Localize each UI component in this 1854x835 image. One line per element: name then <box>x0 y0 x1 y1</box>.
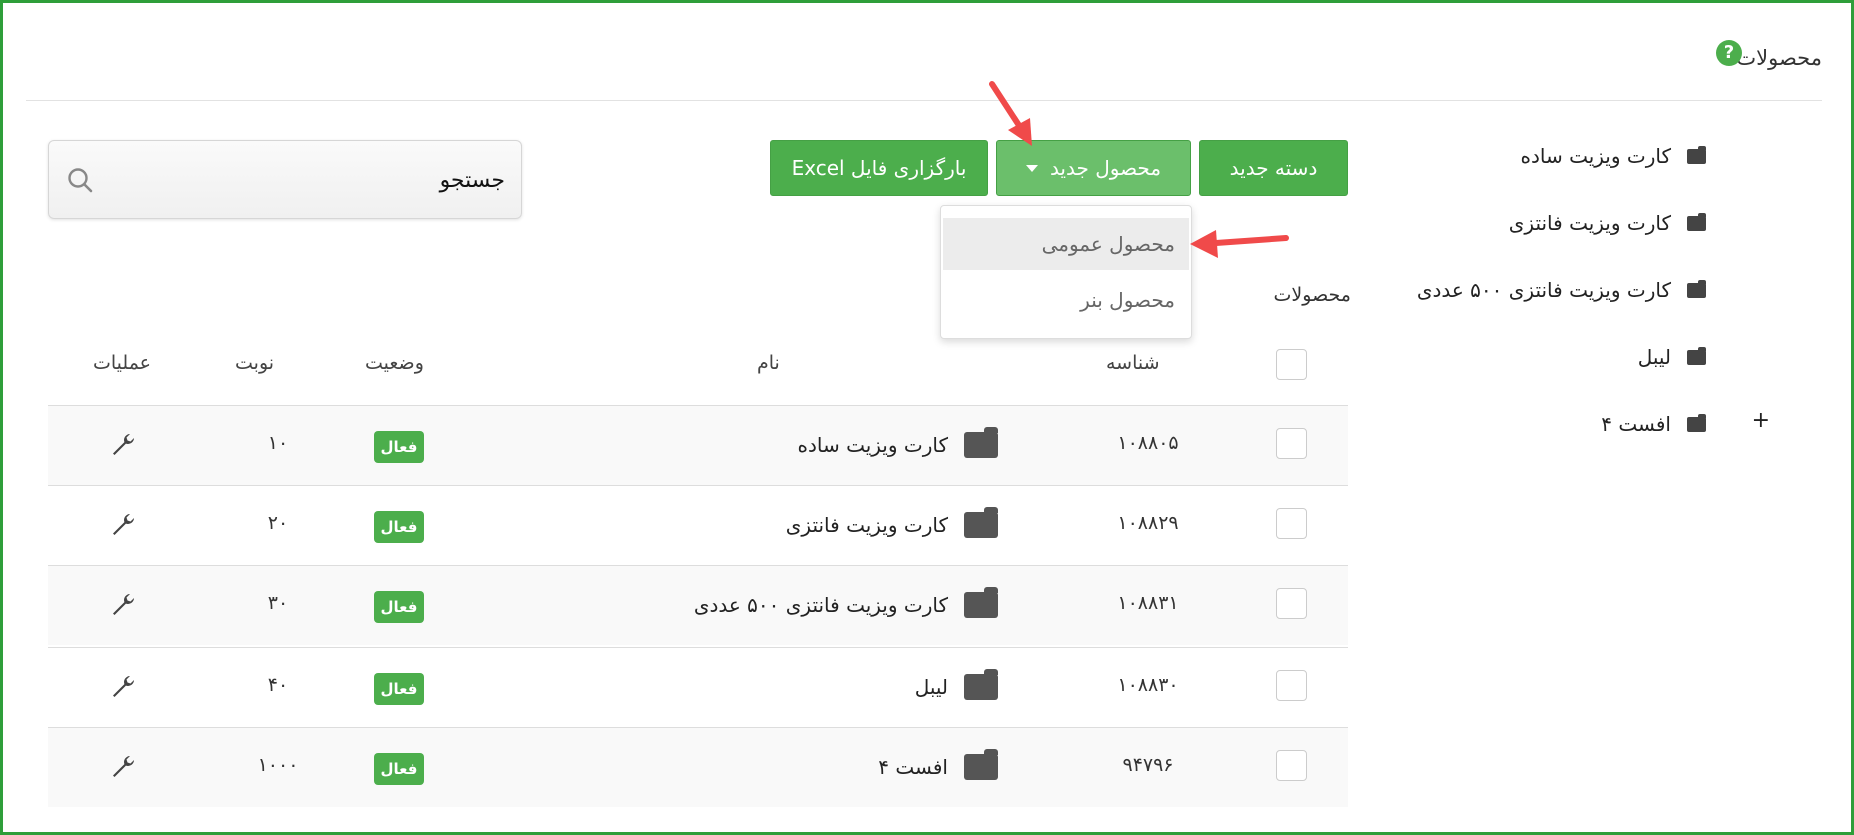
sidebar-item-label: کارت ویزیت فانتزی ۵۰۰ عددی <box>1416 278 1671 302</box>
search-input[interactable] <box>125 161 505 199</box>
menu-item-general-product[interactable]: محصول عمومی <box>943 218 1189 270</box>
new-category-label: دسته جدید <box>1229 156 1318 180</box>
sidebar-item-simple-card[interactable]: کارت ویزیت ساده <box>1520 140 1706 172</box>
row-name[interactable]: کارت ویزیت فانتزی <box>785 507 998 538</box>
search-box <box>48 140 522 219</box>
row-name[interactable]: افست ۴ <box>878 749 998 780</box>
row-checkbox[interactable] <box>1276 750 1307 781</box>
new-product-dropdown-menu: محصول عمومی محصول بنر <box>940 205 1192 339</box>
row-name[interactable]: کارت ویزیت ساده <box>797 427 998 458</box>
caret-down-icon <box>1025 164 1038 172</box>
folder-icon <box>1687 413 1706 432</box>
upload-excel-button[interactable]: بارگزاری فایل Excel <box>770 140 988 196</box>
folder-icon <box>964 427 998 458</box>
row-order: ۱۰ <box>267 432 289 454</box>
column-header-status: وضعیت <box>365 352 424 374</box>
row-name-text: کارت ویزیت فانتزی ۵۰۰ عددی <box>693 593 948 617</box>
column-header-order: نوبت <box>235 352 275 374</box>
wrench-icon[interactable] <box>110 592 136 618</box>
sidebar-item-label: افست ۴ <box>1601 412 1671 436</box>
sidebar-item-label-product[interactable]: لیبل <box>1638 341 1706 373</box>
wrench-icon[interactable] <box>110 432 136 458</box>
sidebar-item-label: لیبل <box>1637 345 1671 369</box>
row-order: ۴۰ <box>267 674 289 696</box>
sidebar-item-fancy-card-500[interactable]: کارت ویزیت فانتزی ۵۰۰ عددی <box>1417 274 1706 306</box>
column-header-id: شناسه <box>1106 352 1160 374</box>
status-badge: فعال <box>374 431 424 463</box>
table-row[interactable]: ۱۰۸۸۰۵ کارت ویزیت ساده فعال ۱۰ <box>48 405 1348 485</box>
row-name-text: افست ۴ <box>878 755 948 779</box>
row-id: ۱۰۸۸۲۹ <box>1117 512 1179 534</box>
sidebar-item-offset-4[interactable]: افست ۴ <box>1601 408 1706 440</box>
table-row[interactable]: ۱۰۸۸۲۹ کارت ویزیت فانتزی فعال ۲۰ <box>48 485 1348 565</box>
page-title: محصولات <box>1736 46 1822 70</box>
folder-icon <box>964 749 998 780</box>
status-badge: فعال <box>374 511 424 543</box>
row-id: ۱۰۸۸۰۵ <box>1117 432 1179 454</box>
menu-item-banner-product[interactable]: محصول بنر <box>943 274 1189 326</box>
row-order: ۳۰ <box>267 592 289 614</box>
folder-icon <box>1687 279 1706 298</box>
row-checkbox[interactable] <box>1276 428 1307 459</box>
row-name[interactable]: کارت ویزیت فانتزی ۵۰۰ عددی <box>693 587 998 618</box>
folder-icon <box>964 507 998 538</box>
products-section-label: محصولات <box>1273 284 1351 306</box>
sidebar-item-label: کارت ویزیت ساده <box>1520 144 1671 168</box>
row-name-text: لیبل <box>914 675 948 699</box>
new-product-label: محصول جدید <box>1049 156 1162 180</box>
folder-icon <box>964 587 998 618</box>
row-id: ۱۰۸۸۳۰ <box>1117 674 1179 696</box>
row-name[interactable]: لیبل <box>914 669 998 700</box>
annotation-arrow-icon <box>1190 230 1289 258</box>
upload-excel-label: بارگزاری فایل Excel <box>791 156 967 180</box>
folder-icon <box>964 669 998 700</box>
wrench-icon[interactable] <box>110 674 136 700</box>
wrench-icon[interactable] <box>110 512 136 538</box>
row-order: ۱۰۰۰ <box>257 754 299 776</box>
row-name-text: کارت ویزیت ساده <box>797 433 948 457</box>
sidebar-item-label: کارت ویزیت فانتزی <box>1508 211 1671 235</box>
row-name-text: کارت ویزیت فانتزی <box>785 513 948 537</box>
new-category-button[interactable]: دسته جدید <box>1199 140 1348 196</box>
status-badge: فعال <box>374 673 424 705</box>
search-icon[interactable] <box>67 167 93 193</box>
header-divider <box>26 100 1822 101</box>
status-badge: فعال <box>374 591 424 623</box>
folder-icon <box>1687 145 1706 164</box>
row-checkbox[interactable] <box>1276 588 1307 619</box>
question-circle-icon[interactable]: ? <box>1716 40 1742 66</box>
table-row[interactable]: ۱۰۸۸۳۰ لیبل فعال ۴۰ <box>48 647 1348 727</box>
wrench-icon[interactable] <box>110 754 136 780</box>
row-id: ۱۰۸۸۳۱ <box>1117 592 1179 614</box>
folder-icon <box>1687 346 1706 365</box>
column-header-actions: عملیات <box>93 352 152 374</box>
folder-icon <box>1687 212 1706 231</box>
column-header-name: نام <box>757 352 780 374</box>
table-row[interactable]: ۱۰۸۸۳۱ کارت ویزیت فانتزی ۵۰۰ عددی فعال ۳… <box>48 565 1348 645</box>
expand-tree-button[interactable]: + <box>1752 408 1770 433</box>
annotation-arrow-icon <box>989 81 1032 146</box>
row-checkbox[interactable] <box>1276 670 1307 701</box>
select-all-checkbox[interactable] <box>1276 349 1307 380</box>
row-checkbox[interactable] <box>1276 508 1307 539</box>
row-order: ۲۰ <box>267 512 289 534</box>
table-row[interactable]: ۹۴۷۹۶ افست ۴ فعال ۱۰۰۰ <box>48 727 1348 807</box>
row-id: ۹۴۷۹۶ <box>1122 754 1174 776</box>
status-badge: فعال <box>374 753 424 785</box>
sidebar-item-fancy-card[interactable]: کارت ویزیت فانتزی <box>1509 207 1706 239</box>
